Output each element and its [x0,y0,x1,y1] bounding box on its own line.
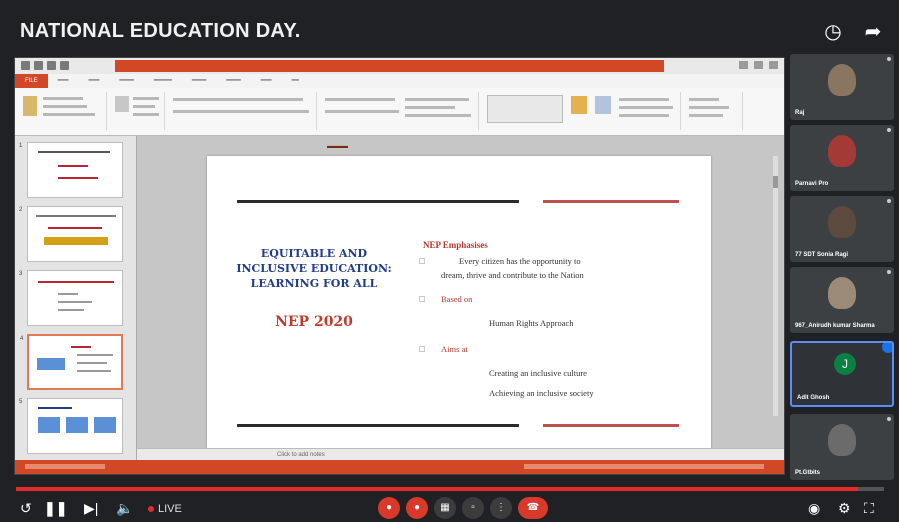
slide-thumbnail-current[interactable]: 4 [20,334,123,390]
mic-off-icon[interactable]: ● [378,497,400,519]
participant-tile[interactable]: 77 SDT Sonia Ragi [790,196,894,262]
live-label: LIVE [158,503,182,515]
slide-editor: ▬▬▬ EQUITABLE AND INCLUSIVE EDUCATION: L… [137,136,784,460]
player-controls: ↺ ❚❚ ▶| 🔈 LIVE ● ● ▦ ▫ ⋮ ☎ ◉ ⚙ ⛶ [0,494,899,522]
slide-line: Every citizen has the opportunity to [459,256,581,266]
tab[interactable]: ━━━ [48,74,79,88]
slide-thumbnail[interactable]: 2 [19,206,123,262]
progress-fill [16,487,858,491]
slide-line: Aims at [441,344,468,354]
current-slide[interactable]: EQUITABLE AND INCLUSIVE EDUCATION: LEARN… [207,156,711,449]
participant-panel: Raj Parnavi Pro 77 SDT Sonia Ragi 967_An… [790,54,894,484]
top-actions: ◷ ➦ [821,20,885,44]
avatar: J [834,353,856,375]
toggle-icon[interactable]: ◉ [808,498,820,518]
participant-video [828,64,856,96]
present-icon[interactable]: ▫ [462,497,484,519]
gear-icon[interactable]: ⚙ [838,498,851,518]
tab[interactable]: ━━━ [251,74,282,88]
tab[interactable]: ━━━━━ [144,74,182,88]
pause-icon[interactable]: ❚❚ [44,498,67,518]
slide-line: dream, thrive and contribute to the Nati… [441,270,584,280]
window-controls [739,61,778,69]
participant-video [828,424,856,456]
tab[interactable]: ━━━━ [109,74,143,88]
ppt-status-bar [15,460,784,474]
arrange-icon[interactable] [571,96,587,114]
slide-header-mark: ▬▬▬ [327,143,348,150]
fullscreen-icon[interactable]: ⛶ [864,498,874,518]
slide-thumbnail[interactable]: 1 [19,142,123,198]
tab[interactable]: ━━━ [79,74,110,88]
participant-tile-active[interactable]: J Adit Ghosh [790,341,894,407]
divider-bottom-dark [237,424,519,427]
participant-tile[interactable]: 967_Anirudh kumar Sharma [790,267,894,333]
slide-line: Based on [441,294,473,304]
quick-access-toolbar [21,61,69,70]
participant-name: 77 SDT Sonia Ragi [795,252,849,258]
tab[interactable]: ━━━━ [182,74,216,88]
shapes-gallery[interactable] [487,95,563,123]
slide-heading: EQUITABLE AND INCLUSIVE EDUCATION: LEARN… [236,247,392,290]
end-call-icon[interactable]: ☎ [518,497,548,519]
slide-thumbnail[interactable]: 5 [19,398,123,454]
slide-line: Achieving an inclusive society [489,388,594,398]
ppt-ribbon [15,88,784,136]
tab[interactable]: ━━━━ [216,74,250,88]
tab[interactable]: ━━ [282,74,309,88]
tab-file[interactable]: FILE [15,74,48,88]
slide-subheading: NEP 2020 [275,314,353,330]
divider-bottom-red [543,424,679,427]
captions-icon[interactable]: ▦ [434,497,456,519]
ppt-titlebar [15,58,784,74]
ppt-ribbon-tabs: FILE ━━━ ━━━ ━━━━ ━━━━━ ━━━━ ━━━━ ━━━ ━━ [15,74,784,88]
more-options-icon[interactable]: ⋮ [490,497,512,519]
paste-icon[interactable] [23,96,37,116]
participant-tile[interactable]: Parnavi Pro [790,125,894,191]
divider-top-red [543,200,679,203]
participant-video [828,206,856,238]
meeting-controls: ● ● ▦ ▫ ⋮ ☎ [378,497,548,519]
live-indicator[interactable]: LIVE [148,503,182,515]
participant-tile[interactable]: Raj [790,54,894,120]
clock-icon[interactable]: ◷ [821,20,845,44]
quick-styles-icon[interactable] [595,96,611,114]
bullet [419,258,425,264]
notes-pane[interactable]: Click to add notes [137,448,784,460]
volume-icon[interactable]: 🔈 [116,498,133,518]
participant-video [828,277,856,309]
video-progress-bar[interactable] [16,487,884,491]
slide-thumbnails: 1 2 3 4 5 [15,136,137,460]
speaking-indicator [882,343,892,353]
slide-thumbnail[interactable]: 3 [19,270,123,326]
slide-scrollbar[interactable] [773,156,778,416]
video-title: NATIONAL EDUCATION DAY. [20,20,301,42]
camera-off-icon[interactable]: ● [406,497,428,519]
participant-tile[interactable]: Pt.Gtbits [790,414,894,480]
slide-line: Human Rights Approach [489,318,574,328]
next-icon[interactable]: ▶| [84,498,98,518]
share-icon[interactable]: ➦ [861,20,885,44]
ppt-workspace: 1 2 3 4 5 ▬▬▬ EQUITABLE AND INCLUSIVE ED… [15,136,784,460]
participant-name: Adit Ghosh [797,395,830,401]
participant-name: 967_Anirudh kumar Sharma [795,323,875,329]
new-slide-icon[interactable] [115,96,129,112]
ppt-document-title [115,60,664,72]
participant-name: Parnavi Pro [795,181,829,187]
bullet [419,296,425,302]
right-title: NEP Emphasises [423,240,488,250]
rewind-icon[interactable]: ↺ [20,498,32,518]
participant-video [828,135,856,167]
divider-top-dark [237,200,519,203]
slide-line: Creating an inclusive culture [489,368,587,378]
participant-name: Raj [795,110,805,116]
participant-name: Pt.Gtbits [795,470,820,476]
shared-screen-powerpoint: FILE ━━━ ━━━ ━━━━ ━━━━━ ━━━━ ━━━━ ━━━ ━━ [14,57,785,475]
video-player: NATIONAL EDUCATION DAY. ◷ ➦ FILE ━━━ ━━━… [0,0,899,522]
bullet [419,346,425,352]
